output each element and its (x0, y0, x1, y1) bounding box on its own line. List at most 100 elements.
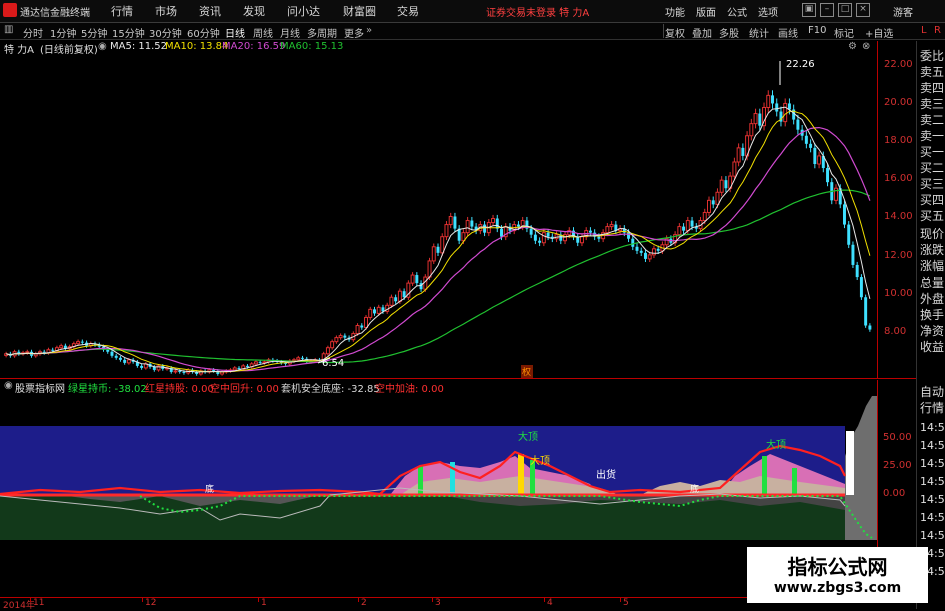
draw-line-button[interactable]: 画线 (778, 25, 798, 40)
menu-discover[interactable]: 发现 (243, 3, 265, 19)
menu-quotes[interactable]: 行情 (111, 3, 133, 19)
tab-1min[interactable]: 1分钟 (50, 25, 76, 40)
candle-body (394, 297, 398, 302)
sidebar-item-ask1[interactable]: 卖一 (920, 127, 944, 144)
adjust-button[interactable]: 复权 (665, 25, 685, 40)
sidebar-item-ask2[interactable]: 卖二 (920, 111, 944, 128)
candle-body (123, 359, 127, 363)
candle-body (656, 248, 660, 251)
sidebar-item-outer[interactable]: 外盘 (920, 290, 944, 307)
candle-body (178, 370, 182, 372)
tab-30min[interactable]: 30分钟 (149, 25, 182, 40)
candle-body (76, 341, 81, 345)
candle-body (541, 232, 546, 244)
indicator-label: 底 (690, 483, 699, 495)
indicator-tick: 25.00 (883, 460, 912, 471)
mark-button[interactable]: 标记 (834, 25, 854, 40)
minimize-icon[interactable]: – (820, 3, 834, 17)
menu-function[interactable]: 功能 (665, 4, 685, 19)
tab-timeshare[interactable]: 分时 (23, 25, 43, 40)
login-notice[interactable]: 证券交易未登录 特 力A (486, 4, 589, 19)
indicator-chart[interactable]: 大顶 大顶 出货 大顶 底 底 (0, 396, 877, 597)
statistics-button[interactable]: 统计 (749, 25, 769, 40)
sidebar-item-price[interactable]: 现价 (920, 225, 944, 242)
collapse-icon[interactable]: ▥ (4, 24, 13, 35)
tab-monthly[interactable]: 月线 (280, 25, 300, 40)
sidebar-item-volume[interactable]: 总量 (920, 274, 944, 291)
tab-multi-period[interactable]: 多周期 (307, 25, 337, 40)
chart-settings-icon[interactable]: ⚙ (848, 41, 857, 52)
tick-time: 14:50 (920, 421, 945, 434)
candle-body (868, 325, 872, 330)
chart-mode[interactable]: (日线前复权) (40, 41, 98, 56)
user-guest[interactable]: 游客 (893, 4, 913, 19)
menu-trade[interactable]: 交易 (397, 3, 419, 19)
ma5-line (5, 106, 871, 373)
candle-body (538, 240, 542, 243)
overlay-button[interactable]: 叠加 (692, 25, 712, 40)
maximize-icon[interactable]: □ (838, 3, 852, 17)
tab-daily[interactable]: 日线 (225, 25, 245, 40)
indicator-name[interactable]: 股票指标网 (15, 380, 65, 395)
tab-60min[interactable]: 60分钟 (187, 25, 220, 40)
candlestick-chart[interactable]: 22.26 6.54 权 (0, 55, 877, 378)
candle-body (627, 232, 631, 239)
candle-body (245, 365, 249, 367)
sidebar-item-turnover[interactable]: 换手 (920, 306, 944, 323)
sidebar-item-bid5[interactable]: 买五 (920, 207, 944, 224)
candle-body (787, 103, 791, 110)
menu-options[interactable]: 选项 (758, 4, 778, 19)
menu-news[interactable]: 资讯 (199, 3, 221, 19)
candle-body (301, 357, 304, 359)
candle-body (711, 200, 715, 205)
menu-assistant[interactable]: 问小达 (287, 3, 320, 19)
multi-stock-button[interactable]: 多股 (719, 25, 739, 40)
candle-body (343, 335, 347, 338)
skin-icon[interactable]: ▣ (802, 3, 816, 17)
indicator-label: 底 (205, 483, 214, 495)
tab-weekly[interactable]: 周线 (253, 25, 273, 40)
sidebar-item-bid-ratio[interactable]: 委比 (920, 47, 944, 64)
sidebar-corner[interactable]: L R (917, 23, 945, 39)
sidebar-item-ask5[interactable]: 卖五 (920, 63, 944, 80)
indicator-label: 大顶 (530, 454, 550, 467)
ma-settings-icon[interactable]: ◉ (98, 41, 107, 52)
indicator-settings-icon[interactable]: ◉ (4, 380, 13, 391)
tab-15min[interactable]: 15分钟 (112, 25, 145, 40)
candle-body (182, 371, 186, 373)
menu-market[interactable]: 市场 (155, 3, 177, 19)
sidebar-item-change[interactable]: 涨跌 (920, 241, 944, 258)
candle-body (444, 224, 449, 238)
close-icon[interactable]: × (856, 3, 870, 17)
sidebar-item-ask4[interactable]: 卖四 (920, 79, 944, 96)
sidebar-item-ask3[interactable]: 卖三 (920, 95, 944, 112)
sidebar-item-bid4[interactable]: 买四 (920, 191, 944, 208)
tick-time: 14:50 (920, 493, 945, 506)
quote-sidebar: 委比 卖五 卖四 卖三 卖二 卖一 买一 买二 买三 买四 买五 现价 涨跌 涨… (916, 41, 945, 609)
candle-body (80, 341, 84, 343)
sidebar-item-change-pct[interactable]: 涨幅 (920, 257, 944, 274)
menu-wealth[interactable]: 财富圈 (343, 3, 376, 19)
menu-layout[interactable]: 版面 (696, 4, 716, 19)
sidebar-item-quotes[interactable]: 行情 (920, 399, 944, 416)
candle-body (864, 297, 868, 326)
tab-more[interactable]: 更多 (344, 25, 364, 40)
sidebar-item-earnings[interactable]: 收益 (920, 338, 944, 355)
candle-body (707, 199, 711, 213)
sidebar-item-auto[interactable]: 自动 (920, 383, 944, 400)
sidebar-item-bid3[interactable]: 买三 (920, 175, 944, 192)
tab-5min[interactable]: 5分钟 (81, 25, 107, 40)
candle-body (639, 250, 643, 253)
f10-button[interactable]: F10 (808, 25, 826, 36)
pane-divider[interactable] (0, 378, 916, 379)
menu-formula[interactable]: 公式 (727, 4, 747, 19)
stock-name[interactable]: 特 力A (4, 41, 34, 56)
price-axis: 22.00 20.00 18.00 16.00 14.00 12.00 10.0… (877, 41, 917, 378)
sidebar-item-bid1[interactable]: 买一 (920, 143, 944, 160)
more-chevron-icon[interactable]: » (366, 25, 372, 36)
sidebar-item-net-assets[interactable]: 净资 (920, 322, 944, 339)
chart-close-icon[interactable]: ⊗ (862, 41, 870, 52)
sidebar-item-bid2[interactable]: 买二 (920, 159, 944, 176)
candle-body (741, 147, 745, 156)
add-watchlist-button[interactable]: +自选 (865, 25, 893, 40)
